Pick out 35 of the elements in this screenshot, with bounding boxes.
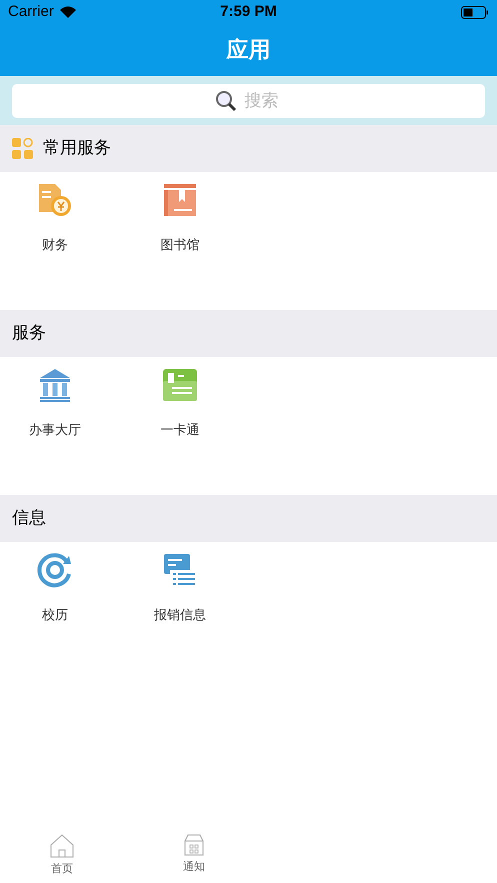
clock-arrow-icon <box>37 552 73 588</box>
tab-label: 首页 <box>51 861 73 877</box>
app-tile[interactable]: 图书馆 <box>125 182 235 310</box>
section-title: 服务 <box>12 322 46 345</box>
battery-icon <box>461 6 489 18</box>
app-label: 财务 <box>42 237 68 255</box>
app-tile[interactable]: 办事大厅 <box>0 367 110 495</box>
app-label: 图书馆 <box>160 237 200 255</box>
app-label: 报销信息 <box>154 607 206 625</box>
inbox-box-icon <box>183 833 205 857</box>
app-label: 一卡通 <box>160 422 200 440</box>
app-tile[interactable]: 一卡通 <box>125 367 235 495</box>
wifi-icon <box>60 6 76 18</box>
book-icon <box>162 182 198 218</box>
document-coin-icon <box>37 182 73 218</box>
tab-item[interactable]: 首页 <box>7 833 117 878</box>
tab-item[interactable]: 通知 <box>139 833 249 876</box>
section-title: 常用服务 <box>43 136 111 160</box>
app-label: 办事大厅 <box>29 422 81 440</box>
id-card-icon <box>162 367 198 403</box>
tab-label: 通知 <box>183 859 205 875</box>
status-time: 7:59 PM <box>220 2 277 22</box>
carrier-label: Carrier <box>8 2 54 22</box>
bank-building-icon <box>37 367 73 403</box>
grid-icon <box>12 138 33 159</box>
list-document-icon <box>162 552 198 588</box>
section-title: 信息 <box>12 506 46 530</box>
search-icon <box>214 90 236 112</box>
home-icon <box>49 833 75 859</box>
app-tile[interactable]: 校历 <box>0 552 110 680</box>
header-title: 应用 <box>226 36 270 64</box>
app-label: 校历 <box>42 607 68 625</box>
app-tile[interactable]: 报销信息 <box>125 552 235 680</box>
app-tile[interactable]: 财务 <box>0 182 110 310</box>
search-field[interactable]: 搜索 <box>12 84 485 118</box>
